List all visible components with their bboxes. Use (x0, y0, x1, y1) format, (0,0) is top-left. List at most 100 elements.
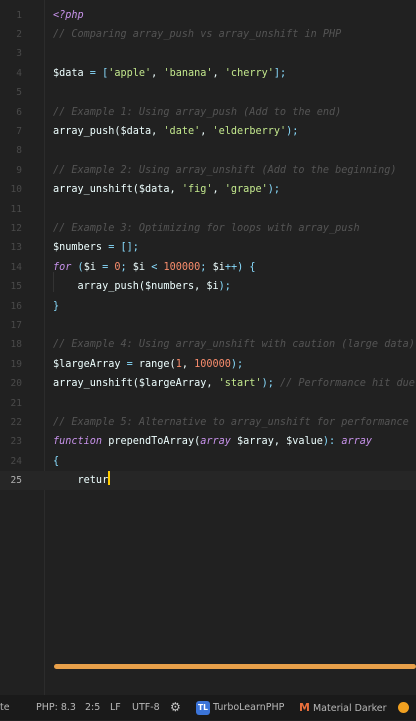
code-line[interactable]: 7 array_push($data, 'date', 'elderberry')… (0, 122, 416, 141)
code-token: < (145, 261, 164, 273)
code-text[interactable]: // Comparing array_push vs array_unshift… (53, 25, 341, 44)
code-line[interactable]: 20 array_unshift($largeArray, 'start'); /… (0, 374, 416, 393)
code-line[interactable]: 25 retur (0, 471, 416, 491)
code-token: ); (230, 358, 244, 370)
code-text[interactable]: // Example 5: Alternative to array_unshi… (53, 413, 409, 432)
code-token: $numbers (53, 242, 103, 254)
code-token: array (200, 436, 231, 448)
status-left-fragment[interactable]: te (0, 695, 10, 720)
code-line[interactable]: 19 $largeArray = range(1, 100000); (0, 355, 416, 374)
code-text[interactable]: <?php (53, 6, 84, 25)
theme-name: Material Darker (312, 703, 387, 714)
gear-icon[interactable]: ⚙ (170, 695, 181, 720)
code-text[interactable]: array_push($numbers, $i); (53, 277, 231, 296)
line-ending[interactable]: LF (110, 695, 121, 720)
code-line[interactable]: 3 (0, 44, 416, 63)
text-caret (108, 471, 110, 486)
code-token: // Comparing array_push vs array_unshift… (53, 28, 342, 40)
code-text[interactable]: } (53, 297, 59, 316)
file-encoding[interactable]: UTF-8 (132, 695, 160, 720)
code-line[interactable]: 21 (0, 394, 416, 413)
code-token: array (341, 436, 372, 448)
status-bar: te PHP: 8.3 2:5 LF UTF-8 ⚙ TL TurboLearn… (0, 695, 416, 720)
theme-widget[interactable]: M Material Darker (299, 695, 387, 720)
line-number: 21 (10, 397, 22, 409)
notification-icon[interactable] (398, 695, 409, 720)
code-line[interactable]: 18 // Example 4: Using array_unshift with… (0, 335, 416, 354)
code-token: // Example 5: Alternative to array_unshi… (53, 416, 409, 428)
code-token: { (53, 455, 60, 467)
code-line[interactable]: 9 // Example 2: Using array_unshift (Add … (0, 161, 416, 180)
line-number: 25 (10, 475, 22, 487)
code-line[interactable]: 5 (0, 83, 416, 102)
line-number: 15 (10, 281, 22, 293)
plugin-badge-icon: TL (196, 700, 210, 715)
code-line[interactable]: 15 array_push($numbers, $i); (0, 277, 416, 296)
code-line[interactable]: 6 // Example 1: Using array_push (Add to … (0, 103, 416, 122)
line-number: 8 (16, 145, 22, 157)
code-token: , (206, 378, 219, 390)
code-text[interactable]: // Example 4: Using array_unshift with c… (53, 335, 415, 354)
code-token: 'apple' (108, 67, 152, 79)
code-text[interactable]: function prependToArray(array $array, $v… (53, 432, 372, 451)
horizontal-scrollbar-thumb[interactable] (54, 664, 416, 669)
code-token: = []; (102, 242, 139, 254)
code-token: } (53, 300, 60, 312)
line-number: 10 (10, 184, 22, 196)
code-line[interactable]: 12 // Example 3: Optimizing for loops wit… (0, 219, 416, 238)
code-token: 'start' (218, 378, 262, 390)
code-text[interactable]: $data = ['apple', 'banana', 'cherry']; (53, 64, 286, 83)
code-token: ); (286, 125, 299, 137)
line-number: 16 (10, 300, 22, 312)
code-line[interactable]: 14 for ($i = 0; $i < 100000; $i++) { (0, 258, 416, 277)
code-line[interactable]: 1 <?php (0, 6, 416, 25)
line-number: 20 (10, 378, 22, 390)
line-number: 12 (10, 222, 22, 234)
code-token: 'date' (163, 125, 201, 137)
code-text[interactable]: $numbers = []; (53, 238, 139, 257)
code-token: $i (83, 261, 96, 273)
code-text[interactable]: array_push($data, 'date', 'elderberry'); (53, 122, 298, 141)
code-line[interactable]: 16} (0, 297, 416, 316)
code-line[interactable]: 2 // Comparing array_push vs array_unshif… (0, 25, 416, 44)
code-line[interactable]: 8 (0, 141, 416, 160)
code-token: , (200, 125, 213, 137)
code-text[interactable]: // Example 2: Using array_unshift (Add t… (53, 161, 396, 180)
code-token: $largeArray (138, 378, 207, 390)
code-token: <?php (53, 9, 84, 21)
code-line[interactable]: 17 (0, 316, 416, 335)
code-text[interactable]: array_unshift($largeArray, 'start'); // … (53, 374, 416, 393)
code-line[interactable]: 11 (0, 200, 416, 219)
line-number: 4 (16, 67, 22, 79)
code-text[interactable]: array_unshift($data, 'fig', 'grape'); (53, 180, 280, 199)
code-text[interactable]: retur (53, 471, 110, 490)
code-text[interactable]: // Example 1: Using array_push (Add to t… (53, 103, 341, 122)
code-token: function (53, 436, 103, 448)
line-number: 17 (10, 319, 22, 331)
code-token: ( (71, 261, 84, 273)
code-line[interactable]: 24 { (0, 452, 416, 471)
line-number: 7 (16, 125, 22, 137)
code-line[interactable]: 4 $data = ['apple', 'banana', 'cherry']; (0, 64, 416, 83)
code-token: 'grape' (224, 184, 268, 196)
code-text[interactable]: // Example 3: Optimizing for loops with … (53, 219, 360, 238)
code-line[interactable]: 13 $numbers = []; (0, 238, 416, 257)
code-token: // Performance hit due t (279, 378, 416, 390)
code-text[interactable]: { (53, 452, 59, 471)
cursor-position[interactable]: 2:5 (85, 695, 100, 720)
line-number: 5 (16, 87, 22, 99)
code-text[interactable]: $largeArray = range(1, 100000); (53, 355, 243, 374)
code-line[interactable]: 22 // Example 5: Alternative to array_uns… (0, 413, 416, 432)
code-text[interactable]: for ($i = 0; $i < 100000; $i++) { (53, 258, 256, 277)
code-token: prependToArray( (102, 436, 201, 448)
code-token: array_push( (53, 125, 121, 137)
line-number: 11 (10, 203, 22, 215)
code-token: , (212, 67, 225, 79)
php-version[interactable]: PHP: 8.3 (36, 695, 76, 720)
code-editor[interactable]: 1 <?php 2 // Comparing array_push vs array_… (0, 0, 416, 695)
code-token: array_unshift( (53, 184, 139, 196)
code-token: // Example 2: Using array_unshift (Add t… (53, 164, 397, 176)
code-line[interactable]: 10 array_unshift($data, 'fig', 'grape'); (0, 180, 416, 199)
plugin-widget[interactable]: TL TurboLearnPHP (196, 695, 284, 720)
code-line[interactable]: 23 function prependToArray(array $array, … (0, 432, 416, 451)
